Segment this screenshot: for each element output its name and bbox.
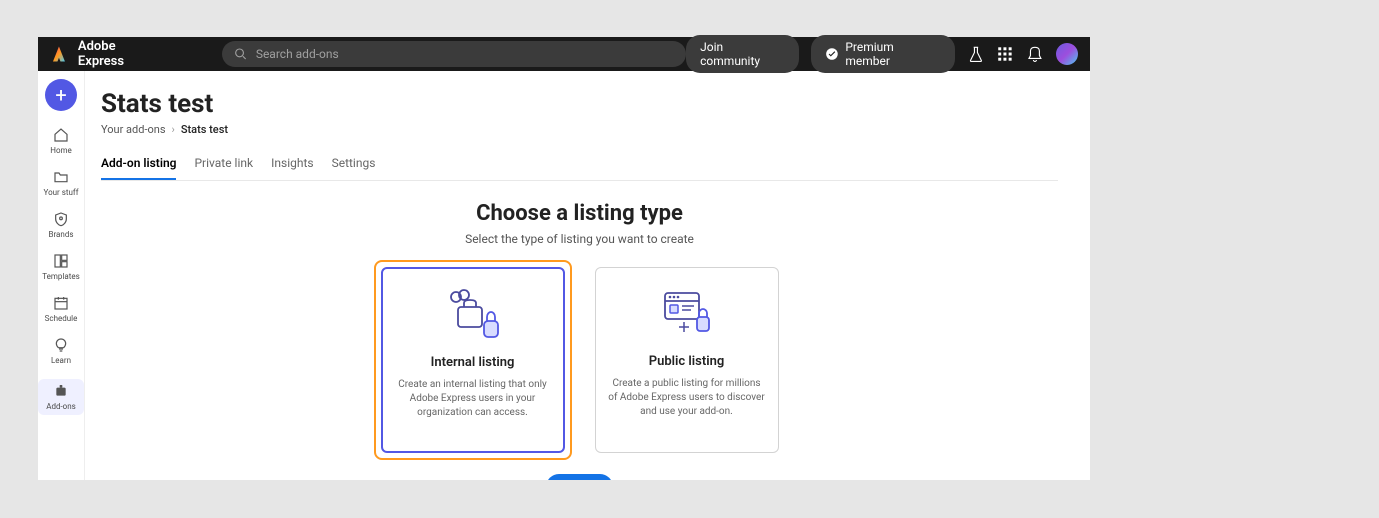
brand-label: Adobe Express — [78, 39, 165, 69]
nav-home[interactable]: Home — [38, 127, 84, 155]
section-subtitle: Select the type of listing you want to c… — [101, 232, 1058, 246]
search-icon — [234, 47, 247, 61]
nav-your-stuff[interactable]: Your stuff — [38, 169, 84, 197]
apps-grid-icon[interactable] — [996, 45, 1014, 63]
public-listing-card[interactable]: Public listing Create a public listing f… — [588, 260, 786, 460]
left-nav: + Home Your stuff Brands Templates Sched… — [38, 71, 85, 480]
nav-schedule[interactable]: Schedule — [38, 295, 84, 323]
create-fab-button[interactable]: + — [45, 79, 77, 111]
chevron-right-icon: › — [172, 123, 175, 136]
tab-private-link[interactable]: Private link — [194, 156, 253, 180]
premium-label: Premium member — [845, 40, 940, 68]
templates-icon — [53, 253, 69, 269]
internal-listing-illustration-icon — [442, 285, 504, 341]
search-box[interactable] — [222, 41, 686, 67]
nav-label: Learn — [51, 356, 71, 365]
nav-brands[interactable]: Brands — [38, 211, 84, 239]
card-description: Create an internal listing that only Ado… — [395, 378, 551, 420]
bell-icon[interactable] — [1026, 45, 1044, 63]
public-listing-illustration-icon — [659, 284, 715, 340]
folder-icon — [53, 169, 69, 185]
tab-settings[interactable]: Settings — [332, 156, 376, 180]
breadcrumb-root[interactable]: Your add-ons — [101, 123, 166, 136]
nav-templates[interactable]: Templates — [38, 253, 84, 281]
internal-listing-card[interactable]: Internal listing Create an internal list… — [374, 260, 572, 460]
tabs: Add-on listing Private link Insights Set… — [101, 156, 1058, 181]
card-title: Public listing — [649, 354, 725, 369]
listing-cards: Internal listing Create an internal list… — [101, 260, 1058, 460]
section-title: Choose a listing type — [101, 201, 1058, 226]
top-bar: Adobe Express Join community Premium mem… — [38, 37, 1090, 71]
breadcrumb-current: Stats test — [181, 123, 228, 136]
page-title: Stats test — [101, 89, 1058, 119]
card-description: Create a public listing for millions of … — [608, 377, 766, 419]
breadcrumb: Your add-ons › Stats test — [101, 123, 1058, 136]
nav-label: Add-ons — [46, 402, 76, 411]
nav-addons[interactable]: Add-ons — [38, 379, 84, 415]
lightbulb-icon — [53, 337, 69, 353]
app-window: Adobe Express Join community Premium mem… — [38, 37, 1090, 480]
search-input[interactable] — [256, 47, 674, 61]
adobe-express-logo-icon — [50, 45, 68, 63]
nav-label: Templates — [42, 272, 79, 281]
create-button[interactable]: Create — [546, 474, 613, 480]
puzzle-icon — [53, 383, 69, 399]
plus-icon: + — [55, 85, 66, 105]
tab-insights[interactable]: Insights — [271, 156, 313, 180]
shield-icon — [53, 211, 69, 227]
card-title: Internal listing — [431, 355, 515, 370]
calendar-icon — [53, 295, 69, 311]
nav-label: Your stuff — [44, 188, 79, 197]
flask-icon[interactable] — [967, 45, 985, 63]
home-icon — [53, 127, 69, 143]
join-community-button[interactable]: Join community — [686, 35, 799, 73]
tab-addon-listing[interactable]: Add-on listing — [101, 156, 176, 180]
content-area: Stats test Your add-ons › Stats test Add… — [85, 71, 1090, 480]
listing-type-section: Choose a listing type Select the type of… — [101, 201, 1058, 480]
user-avatar[interactable] — [1056, 43, 1078, 65]
nav-label: Schedule — [45, 314, 78, 323]
premium-member-button[interactable]: Premium member — [811, 35, 954, 73]
nav-learn[interactable]: Learn — [38, 337, 84, 365]
checkmark-badge-icon — [825, 47, 839, 61]
nav-label: Brands — [49, 230, 74, 239]
nav-label: Home — [50, 146, 72, 155]
